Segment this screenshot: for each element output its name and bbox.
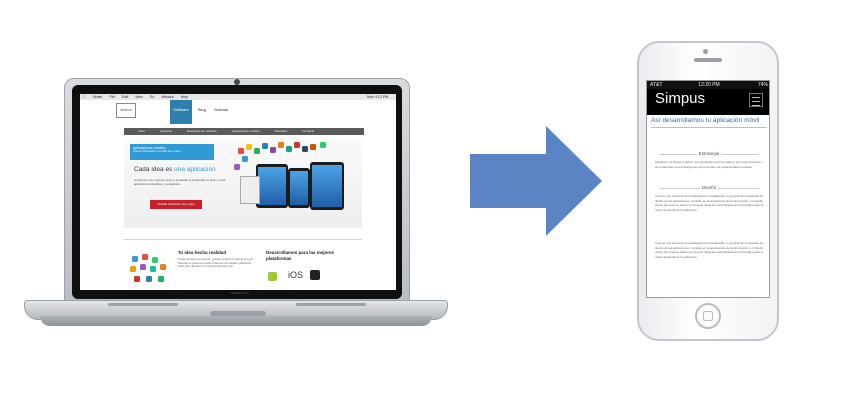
section-idea-body: Todas las ideas son buenas, ¿porqué priv… [178,258,254,269]
subnav-tutoriales[interactable]: Tutoriales [274,129,287,133]
right-arrow-icon [470,126,602,236]
app-icon [262,143,268,149]
phone-camera-icon [703,49,708,54]
menubar-item[interactable]: Help [181,95,188,99]
menubar-item[interactable]: Window [161,95,173,99]
hero-title: Cada idea es una aplicación [134,166,216,173]
battery-label: 74% [757,82,768,88]
laptop-camera-icon [234,79,240,85]
app-icon [254,148,260,154]
quote-button[interactable]: Solicita cotización de tu app [150,200,202,209]
hero-tab: Aplicaciones móviles Toda la información… [130,144,214,160]
section-divider [124,239,362,240]
subnav-nosotros[interactable]: Nosotros [160,129,172,133]
phone-device [240,176,260,204]
hero-body: Contamos con expertos que te ayudarán a … [134,178,226,186]
app-icon [246,144,252,150]
app-icon [310,144,316,150]
hero-title-accent: una aplicación [174,166,216,173]
app-icon [242,156,248,162]
hero-title-plain: Cada idea es [134,166,175,173]
nav-noticias[interactable]: Noticias [214,100,228,122]
laptop-speaker [108,303,178,306]
blackberry-icon [310,270,320,280]
subnav-inicio[interactable]: Inicio [138,129,145,133]
home-button-square-icon [703,311,713,321]
laptop-speaker [296,303,366,306]
nav-blog[interactable]: Blog [198,100,206,122]
phone-screen: AT&T 12:20 PM 74% Simpus Así desarrollam… [646,80,770,298]
laptop-notch [210,311,266,316]
phone-icons-image [128,254,174,290]
app-icon [294,142,300,148]
subnav-desarrollo[interactable]: Desarrollo de software [187,129,217,133]
menubar-item[interactable]: Go [150,95,155,99]
tablet-device [310,162,344,210]
app-icon [286,146,292,152]
app-icon [320,142,326,148]
android-icon [268,272,277,281]
section-idea-title: Tu idea hecha realidad [178,250,227,255]
ios-logo: iOS [288,270,304,280]
apple-icon[interactable]:  [83,95,86,99]
section-estrategia-title: Estrategia [696,151,722,156]
tablet-device [256,164,288,208]
laptop-screen:  Finder File Edit View Go Window Help M… [80,94,396,290]
subnav-contacto[interactable]: Contacto [302,129,314,133]
section-platforms-title: Desarrollamos para las mejores plataform… [266,250,335,261]
menubar-item[interactable]: File [110,95,116,99]
hamburger-menu-icon[interactable] [749,93,763,107]
menubar-item[interactable]: View [135,95,143,99]
headline-underline [651,127,767,128]
app-icon [278,142,284,148]
laptop-base-lip [40,316,432,326]
subnav-aplicaciones[interactable]: Aplicaciones móviles [232,129,260,133]
site-logo[interactable]: SIMPUS [116,103,136,118]
app-icon [234,164,240,170]
tablet-device [288,168,310,208]
sub-navigation: Inicio Nosotros Desarrollo de software A… [124,128,364,135]
app-icon [270,147,276,153]
section-diseno-body: Una vez que tenemos una estrategia bien … [655,194,763,212]
mobile-headline: Así desarrollamos tu aplicación móvil [651,117,760,124]
status-bar: AT&T 12:20 PM 74% [647,81,769,89]
menubar-item[interactable]: Edit [122,95,128,99]
phone-earpiece [694,58,722,62]
nav-software[interactable]: Software [170,100,192,124]
laptop-model-label: MacBook Pro [230,291,249,295]
section-estrategia-body: Ayudamos al cliente a definir una estrat… [655,160,763,169]
hero-tab-subtitle: Toda la información a un click de tu man… [133,150,181,153]
section-diseno-title: Diseño [699,185,719,190]
mobile-brand[interactable]: Simpus [655,90,705,107]
app-icon [238,148,244,154]
status-time: 12:20 PM [698,82,720,88]
menubar-item[interactable]: Finder [93,95,103,99]
app-icon [302,146,308,152]
section-diseno-body-2: Una vez que tenemos una estrategia bien … [655,241,763,259]
